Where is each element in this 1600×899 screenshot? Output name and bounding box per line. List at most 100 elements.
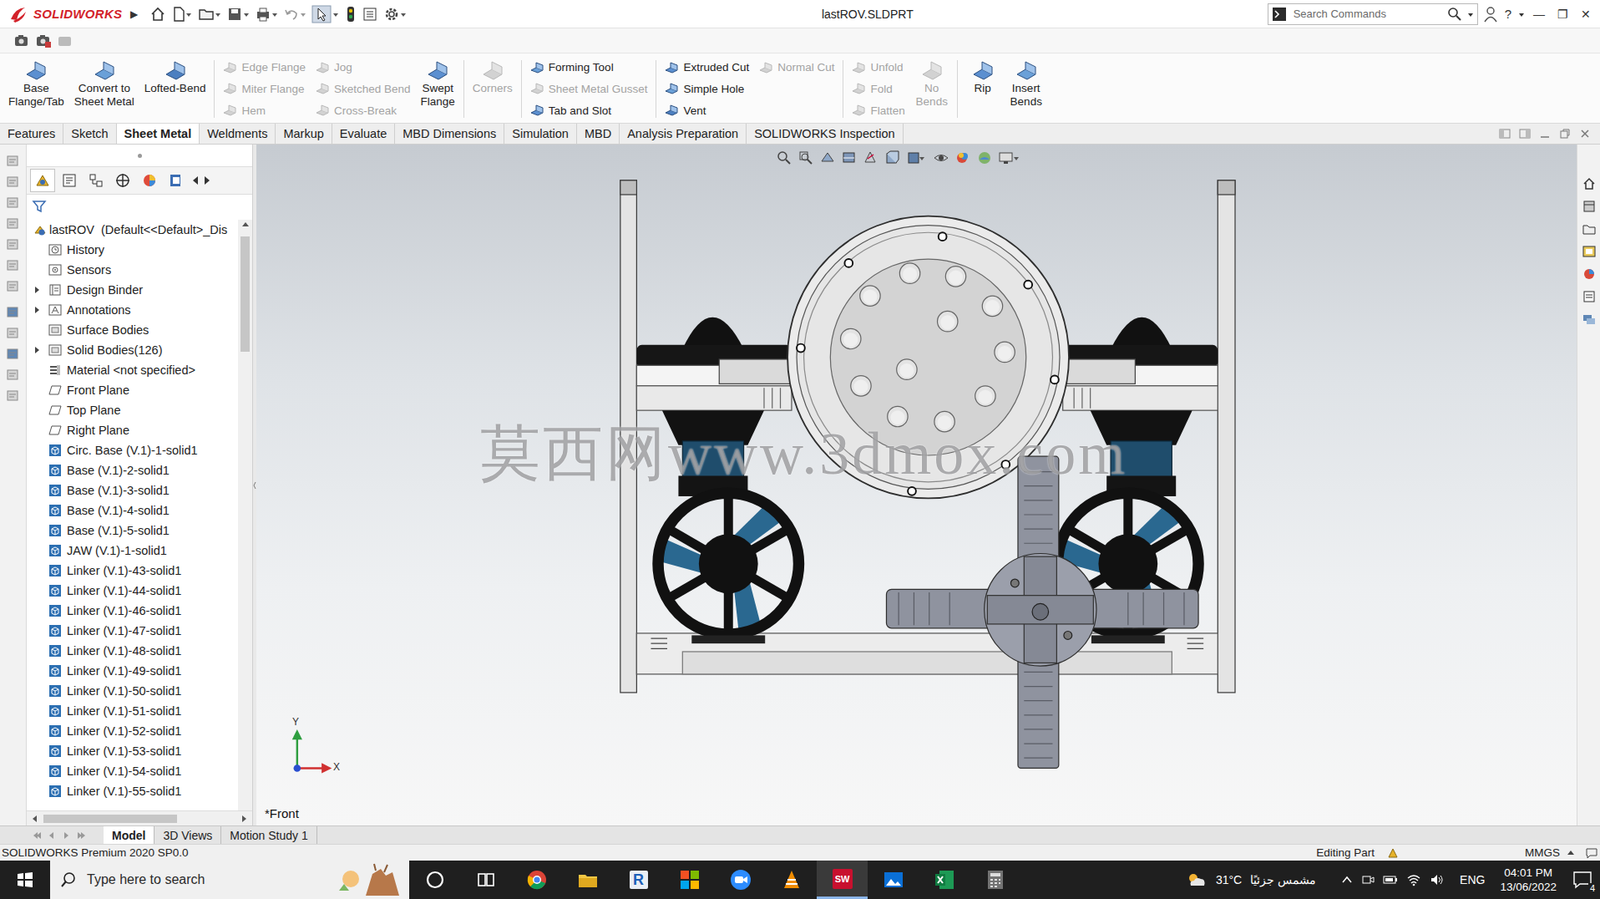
taskbar-app[interactable]: R — [612, 860, 664, 899]
doc-restore-icon[interactable] — [1558, 126, 1572, 141]
ribbon-small-button[interactable]: Normal Cut — [759, 56, 835, 78]
bottom-tab[interactable]: 3D Views — [154, 825, 222, 844]
tree-item[interactable]: Linker (V.1)-47-solid1 — [26, 620, 238, 641]
tree-item[interactable]: Linker (V.1)-44-solid1 — [26, 580, 238, 601]
tab-nav-arrow-icon[interactable] — [45, 830, 59, 841]
taskbar-app[interactable] — [918, 860, 970, 899]
tree-item[interactable]: Right Plane — [26, 420, 238, 441]
tree-scrollbar[interactable] — [237, 219, 253, 811]
taskbar-app[interactable] — [765, 860, 817, 899]
tile-left-icon[interactable] — [1498, 126, 1512, 141]
collapsed-arrow-icon[interactable] — [34, 285, 41, 294]
section-view-icon[interactable] — [840, 149, 858, 167]
tree-item[interactable]: History — [26, 239, 238, 260]
tree-expander[interactable] — [31, 305, 44, 314]
taskbar-app[interactable] — [714, 860, 766, 899]
search-box[interactable] — [1267, 3, 1479, 26]
forum-icon[interactable] — [1581, 311, 1597, 327]
tree-item[interactable]: Design Binder — [26, 279, 238, 300]
doc-minimize-icon[interactable] — [1538, 126, 1552, 141]
tree-item[interactable]: Linker (V.1)-55-solid1 — [26, 780, 238, 801]
command-tab[interactable]: Analysis Preparation — [619, 123, 747, 144]
collapsed-arrow-icon[interactable] — [34, 305, 41, 314]
panel-handle[interactable] — [26, 144, 253, 167]
taskbar-app[interactable] — [511, 860, 563, 899]
tool-strip-icon[interactable] — [5, 237, 21, 252]
view-palette-icon[interactable] — [1581, 243, 1597, 259]
app-logo[interactable]: SOLIDWORKS — [33, 6, 122, 21]
filter-funnel-icon[interactable] — [31, 198, 47, 214]
ribbon-small-button[interactable]: Simple Hole — [664, 78, 750, 100]
ribbon-small-button[interactable]: Flatten — [851, 100, 905, 122]
ribbon-small-button[interactable]: Forming Tool — [530, 56, 649, 78]
clock[interactable]: 04:01 PM13/06/2022 — [1493, 865, 1564, 894]
dynamic-annotation-icon[interactable] — [862, 149, 880, 167]
tree-item[interactable]: Linker (V.1)-50-solid1 — [26, 680, 238, 701]
ribbon-button[interactable]: Corners — [467, 56, 518, 122]
panel-tab[interactable] — [110, 168, 136, 193]
ribbon-button[interactable]: Lofted-Bend — [139, 56, 212, 122]
tree-item[interactable]: Linker (V.1)-52-solid1 — [26, 720, 238, 741]
tool-strip-icon[interactable] — [5, 196, 21, 210]
scroll-left-icon[interactable] — [30, 813, 39, 824]
restore-button[interactable]: ❐ — [1553, 7, 1572, 21]
tree-item[interactable]: Circ. Base (V.1)-1-solid1 — [26, 440, 238, 461]
horizontal-scrollbar[interactable] — [26, 810, 253, 826]
tree-expander[interactable] — [31, 285, 44, 294]
ds-logo-icon[interactable] — [8, 5, 29, 24]
tool-strip-icon[interactable] — [5, 279, 21, 294]
home-icon[interactable] — [149, 5, 167, 23]
tree-item[interactable]: Linker (V.1)-51-solid1 — [26, 700, 238, 721]
tool-strip-icon[interactable] — [5, 368, 21, 382]
temperature[interactable]: 31°C — [1215, 872, 1242, 887]
tree-item[interactable]: Base (V.1)-3-solid1 — [26, 480, 238, 501]
zoom-area-icon[interactable] — [797, 149, 815, 167]
render-camera-icon[interactable] — [35, 32, 52, 50]
panel-tab[interactable] — [30, 168, 56, 193]
tab-scroll-right-icon[interactable] — [202, 173, 213, 188]
command-tab[interactable]: MBD — [577, 123, 620, 144]
scene-icon[interactable] — [976, 149, 993, 167]
select-icon[interactable] — [311, 5, 340, 24]
start-button[interactable] — [0, 860, 51, 899]
command-tab[interactable]: Features — [0, 123, 64, 144]
show-hidden-icons-icon[interactable] — [1341, 873, 1353, 886]
windows-logo-icon[interactable] — [16, 870, 34, 888]
taskbar-app[interactable] — [409, 860, 461, 899]
ribbon-small-button[interactable]: Jog — [315, 56, 411, 78]
command-tab[interactable]: Sheet Metal — [116, 123, 201, 144]
command-tab[interactable]: Sketch — [63, 123, 117, 144]
volume-icon[interactable] — [1429, 872, 1445, 887]
ribbon-button[interactable]: Convert toSheet Metal — [69, 56, 140, 122]
tree-item[interactable]: Linker (V.1)-48-solid1 — [26, 640, 238, 661]
previous-view-icon[interactable] — [819, 149, 836, 167]
menu-expand[interactable]: ▶ — [130, 8, 138, 21]
weather-text[interactable]: مشمس جزئيًا — [1250, 872, 1317, 887]
tile-right-icon[interactable] — [1518, 126, 1532, 141]
taskbar-app[interactable] — [969, 860, 1021, 899]
ribbon-small-button[interactable]: Sheet Metal Gusset — [530, 78, 649, 100]
search-input[interactable] — [1291, 6, 1443, 21]
tool-strip-icon[interactable] — [5, 347, 21, 361]
command-tab[interactable]: Weldments — [199, 123, 276, 144]
taskbar-search[interactable] — [50, 860, 410, 899]
ribbon-small-button[interactable]: Fold — [851, 78, 905, 100]
command-tab[interactable]: Markup — [275, 123, 332, 144]
command-tab[interactable]: MBD Dimensions — [394, 123, 505, 144]
tree-item[interactable]: Base (V.1)-4-solid1 — [26, 500, 238, 521]
tool-strip-icon[interactable] — [5, 217, 21, 231]
units-menu-icon[interactable] — [1566, 848, 1575, 857]
input-language[interactable]: ENG — [1459, 872, 1485, 887]
graphics-area[interactable]: 莫西网www.3dmox.comYX*Front — [256, 144, 1577, 826]
ribbon-small-button[interactable]: Tab and Slot — [530, 100, 649, 122]
help-button[interactable]: ? — [1503, 6, 1514, 21]
bottom-tab[interactable]: Model — [103, 825, 155, 844]
user-icon[interactable] — [1483, 5, 1499, 23]
doc-close-icon[interactable] — [1578, 126, 1592, 141]
scroll-up-icon[interactable] — [240, 219, 251, 228]
panel-tab[interactable] — [136, 168, 163, 193]
meet-now-icon[interactable] — [1361, 872, 1375, 887]
help-dropdown-icon[interactable] — [1518, 6, 1525, 22]
ribbon-small-button[interactable]: Unfold — [851, 56, 905, 78]
appearances-icon[interactable] — [1581, 266, 1597, 282]
